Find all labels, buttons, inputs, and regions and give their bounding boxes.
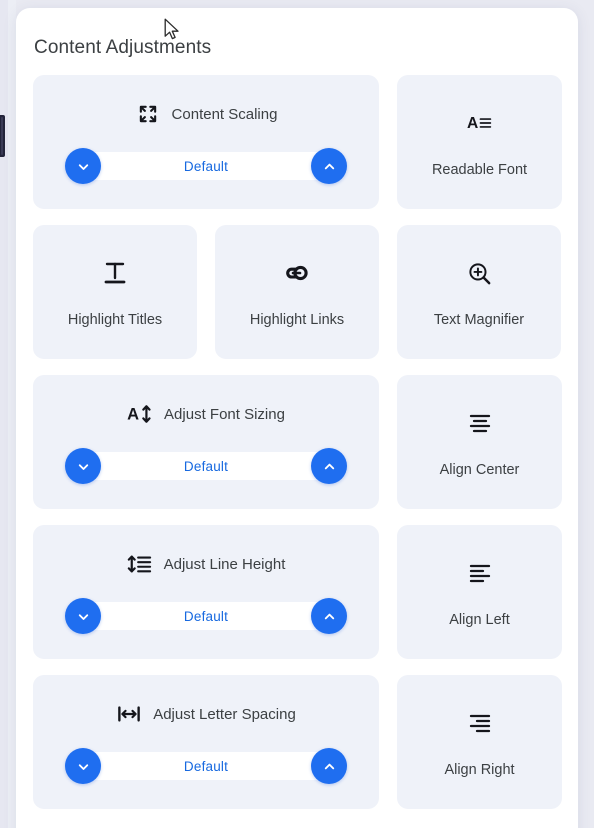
stepper-value-content-scaling: Default [183,158,229,174]
adjust-letter-spacing-icon [116,702,142,726]
svg-text:A: A [467,115,478,132]
row-content-scaling: Content Scaling Default A Readable Font [33,75,562,209]
stepper-label-adjust-letter-spacing: Adjust Letter Spacing [153,705,296,723]
stepper-label-content-scaling: Content Scaling [171,105,278,123]
edge-handle-grip [1,117,3,155]
stepper-control-adjust-font-sizing: Default [65,448,347,484]
chevron-up-icon [322,459,337,474]
adjust-line-height-increase-button[interactable] [311,598,347,634]
toggle-label-highlight-links: Highlight Links [249,312,345,328]
toggle-label-highlight-titles: Highlight Titles [67,312,163,328]
stepper-value-bar: Default [81,752,331,780]
stepper-value-adjust-line-height: Default [183,608,229,624]
adjust-font-sizing-decrease-button[interactable] [65,448,101,484]
card-readable-font[interactable]: A Readable Font [397,75,562,209]
adjust-line-height-icon [127,552,153,576]
card-highlight-titles[interactable]: Highlight Titles [33,225,197,359]
toggle-label-align-center: Align Center [439,462,520,478]
highlight-titles-icon [102,256,128,290]
stepper-value-bar: Default [81,152,331,180]
adjust-letter-spacing-increase-button[interactable] [311,748,347,784]
card-align-right[interactable]: Align Right [397,675,562,809]
stepper-header: A Adjust Font Sizing [127,401,285,427]
readable-font-icon: A [467,106,493,140]
align-left-icon [467,556,493,590]
stepper-header: Content Scaling [135,101,278,127]
chevron-down-icon [76,609,91,624]
align-right-icon [467,706,493,740]
content-scaling-icon [135,102,161,126]
stepper-value-adjust-letter-spacing: Default [183,758,229,774]
accessibility-edge-handle[interactable] [0,115,5,157]
adjust-letter-spacing-decrease-button[interactable] [65,748,101,784]
adjust-font-sizing-icon: A [127,402,153,426]
card-highlight-links[interactable]: Highlight Links [215,225,379,359]
stepper-control-adjust-line-height: Default [65,598,347,634]
content-scaling-increase-button[interactable] [311,148,347,184]
chevron-up-icon [322,759,337,774]
card-adjust-letter-spacing: Adjust Letter Spacing Default [33,675,379,809]
page-title: Content Adjustments [34,37,212,58]
stepper-control-content-scaling: Default [65,148,347,184]
card-adjust-font-sizing: A Adjust Font Sizing Default [33,375,379,509]
content-scaling-decrease-button[interactable] [65,148,101,184]
chevron-up-icon [322,609,337,624]
chevron-down-icon [76,459,91,474]
card-adjust-line-height: Adjust Line Height Default [33,525,379,659]
adjustments-grid: Content Scaling Default A Readable Font … [16,59,578,825]
row-adjust-line-height: Adjust Line Height Default Align Left [33,525,562,659]
stepper-header: Adjust Line Height [127,551,286,577]
toggle-label-align-right: Align Right [444,762,515,778]
adjust-line-height-decrease-button[interactable] [65,598,101,634]
stepper-value-adjust-font-sizing: Default [183,458,229,474]
stepper-value-bar: Default [81,452,331,480]
toggle-label-readable-font: Readable Font [431,162,528,178]
chevron-down-icon [76,159,91,174]
card-align-left[interactable]: Align Left [397,525,562,659]
svg-text:A: A [127,406,139,424]
stepper-control-adjust-letter-spacing: Default [65,748,347,784]
stepper-value-bar: Default [81,602,331,630]
stepper-label-adjust-line-height: Adjust Line Height [163,555,286,573]
chevron-down-icon [76,759,91,774]
row-square-toggles: Highlight Titles Highlight Links Text Ma… [33,225,562,359]
text-magnifier-icon [466,256,493,290]
row-adjust-font-sizing: A Adjust Font Sizing Default Align Cente… [33,375,562,509]
chevron-up-icon [322,159,337,174]
stepper-label-adjust-font-sizing: Adjust Font Sizing [164,405,285,423]
toggle-label-align-left: Align Left [449,612,510,628]
card-text-magnifier[interactable]: Text Magnifier [397,225,561,359]
row-adjust-letter-spacing: Adjust Letter Spacing Default Align Righ… [33,675,562,809]
card-align-center[interactable]: Align Center [397,375,562,509]
content-adjustments-panel: Content Adjustments Content Scaling Defa… [16,8,578,828]
stepper-header: Adjust Letter Spacing [116,701,296,727]
align-center-icon [467,406,493,440]
highlight-links-icon [284,256,310,290]
card-content-scaling: Content Scaling Default [33,75,379,209]
adjust-font-sizing-increase-button[interactable] [311,448,347,484]
toggle-label-text-magnifier: Text Magnifier [433,312,525,328]
